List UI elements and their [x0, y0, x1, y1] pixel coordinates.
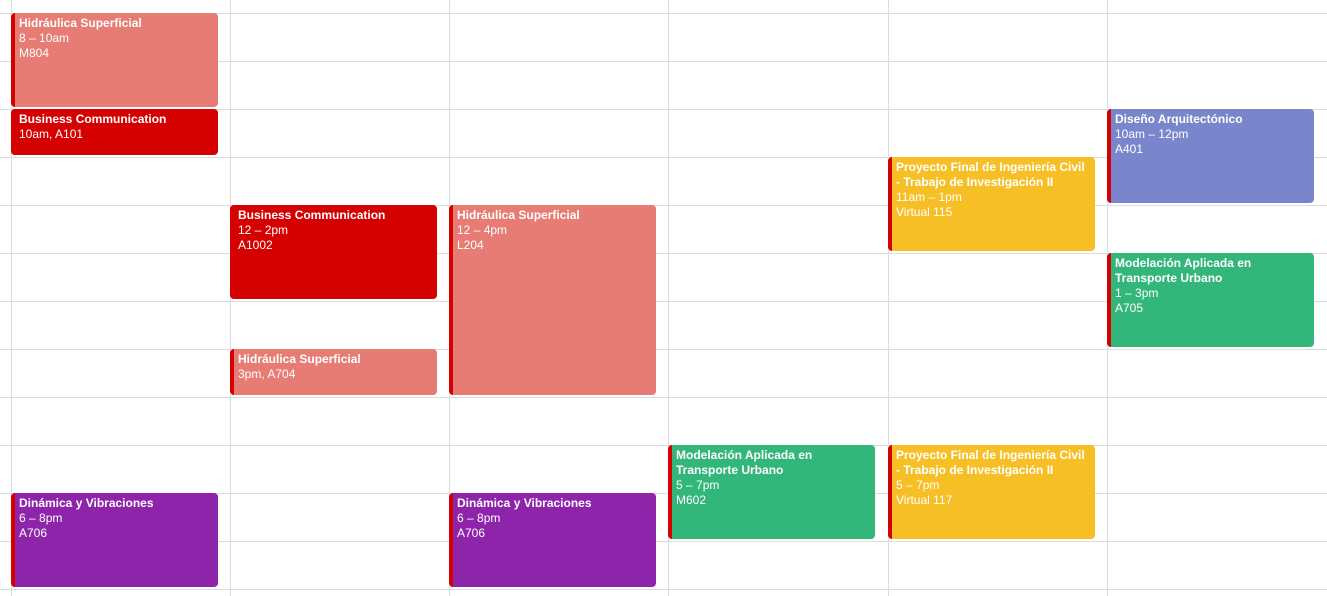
event-time: 10am – 12pm [1115, 127, 1189, 141]
event-accent-bar [1107, 109, 1111, 203]
event-title: Hidráulica Superficial [238, 352, 361, 366]
event-time-room: 10am, A101 [19, 127, 84, 141]
event-room: A706 [19, 526, 48, 540]
calendar-event[interactable]: Modelación Aplicada en Transporte Urbano… [1107, 253, 1314, 347]
calendar-event[interactable]: Dinámica y Vibraciones 6 – 8pm A706 [11, 493, 218, 587]
event-title: Hidráulica Superficial [19, 16, 142, 30]
calendar-event[interactable]: Diseño Arquitectónico 10am – 12pm A401 [1107, 109, 1314, 203]
hour-gridline [0, 589, 1327, 590]
event-time: 6 – 8pm [19, 511, 63, 525]
event-time-room: 3pm, A704 [238, 367, 296, 381]
event-title: Dinámica y Vibraciones [19, 496, 154, 510]
calendar-event[interactable]: Proyecto Final de Ingeniería Civil - Tra… [888, 445, 1095, 539]
event-room: A706 [457, 526, 486, 540]
event-time: 6 – 8pm [457, 511, 501, 525]
event-room: M804 [19, 46, 50, 60]
event-accent-bar [1107, 253, 1111, 347]
event-accent-bar [11, 13, 15, 107]
calendar-event[interactable]: Dinámica y Vibraciones 6 – 8pm A706 [449, 493, 656, 587]
event-room: A1002 [238, 238, 273, 252]
event-time: 5 – 7pm [896, 478, 940, 492]
event-room: M602 [676, 493, 707, 507]
event-time: 12 – 4pm [457, 223, 508, 237]
event-time: 1 – 3pm [1115, 286, 1159, 300]
event-title: Modelación Aplicada en Transporte Urbano [1115, 256, 1252, 285]
event-room: A705 [1115, 301, 1144, 315]
event-time: 8 – 10am [19, 31, 70, 45]
event-accent-bar [230, 205, 234, 299]
calendar-event[interactable]: Business Communication 10am, A101 [11, 109, 218, 155]
event-room: A401 [1115, 142, 1144, 156]
event-title: Business Communication [19, 112, 167, 126]
event-accent-bar [11, 109, 15, 155]
event-title: Modelación Aplicada en Transporte Urbano [676, 448, 813, 477]
event-time: 11am – 1pm [896, 190, 962, 204]
calendar-event[interactable]: Hidráulica Superficial 12 – 4pm L204 [449, 205, 656, 395]
event-title: Hidráulica Superficial [457, 208, 580, 222]
event-title: Proyecto Final de Ingeniería Civil - Tra… [896, 448, 1085, 477]
event-room: L204 [457, 238, 484, 252]
hour-gridline [0, 445, 1327, 446]
event-title: Proyecto Final de Ingeniería Civil - Tra… [896, 160, 1085, 189]
event-accent-bar [888, 157, 892, 251]
calendar-event[interactable]: Business Communication 12 – 2pm A1002 [230, 205, 437, 299]
hour-gridline [0, 349, 1327, 350]
event-time: 12 – 2pm [238, 223, 289, 237]
hour-gridline [0, 205, 1327, 206]
hour-gridline [0, 397, 1327, 398]
event-time: 5 – 7pm [676, 478, 720, 492]
event-accent-bar [449, 205, 453, 395]
calendar-event[interactable]: Hidráulica Superficial 3pm, A704 [230, 349, 437, 395]
calendar-event[interactable]: Hidráulica Superficial 8 – 10am M804 [11, 13, 218, 107]
event-title: Business Communication [238, 208, 386, 222]
event-accent-bar [449, 493, 453, 587]
event-room: Virtual 115 [896, 205, 953, 219]
event-accent-bar [668, 445, 672, 539]
event-title: Dinámica y Vibraciones [457, 496, 592, 510]
event-title: Diseño Arquitectónico [1115, 112, 1243, 126]
event-accent-bar [11, 493, 15, 587]
calendar-event[interactable]: Modelación Aplicada en Transporte Urbano… [668, 445, 875, 539]
event-room: Virtual 117 [896, 493, 953, 507]
event-accent-bar [230, 349, 234, 395]
calendar-event[interactable]: Proyecto Final de Ingeniería Civil - Tra… [888, 157, 1095, 251]
event-accent-bar [888, 445, 892, 539]
